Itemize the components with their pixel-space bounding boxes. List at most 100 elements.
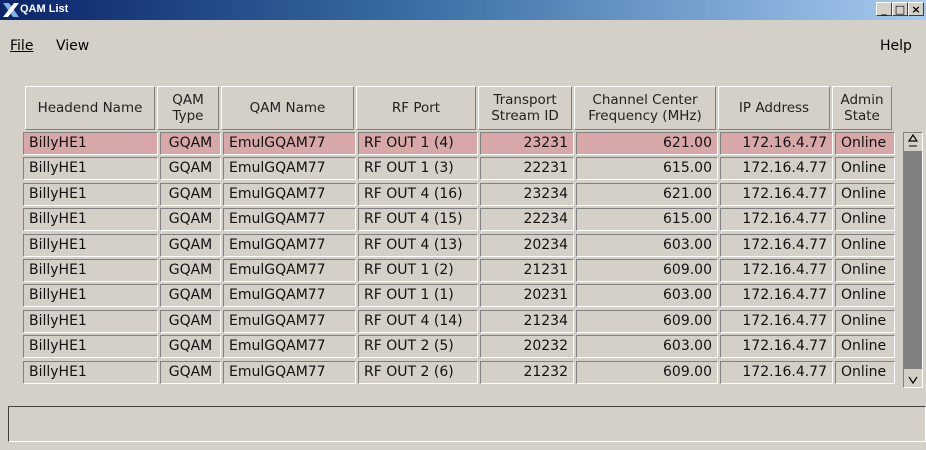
table-cell: 20231 (480, 284, 574, 308)
table-cell: 609.00 (576, 360, 718, 384)
table-cell: EmulGQAM77 (223, 157, 356, 181)
table-cell: 23231 (480, 132, 574, 155)
table-cell: BillyHE1 (23, 284, 158, 308)
column-header-label: QAM Type (172, 92, 204, 124)
vertical-scrollbar[interactable] (903, 132, 923, 388)
table-cell: 20234 (480, 233, 574, 257)
column-header[interactable]: RF Port (356, 86, 476, 130)
table-cell: EmulGQAM77 (223, 360, 356, 384)
status-bar (8, 406, 926, 442)
table-cell: 20232 (480, 335, 574, 359)
table-cell: 172.16.4.77 (720, 233, 833, 257)
table-cell: RF OUT 4 (13) (358, 233, 478, 257)
table-cell: BillyHE1 (23, 259, 158, 282)
column-header-label: Channel Center Frequency (MHz) (588, 92, 702, 124)
table-cell: EmulGQAM77 (223, 259, 356, 282)
x-app-icon (3, 3, 19, 17)
table-cell: BillyHE1 (23, 309, 158, 333)
table-cell: 609.00 (576, 259, 718, 282)
table-cell: 609.00 (576, 309, 718, 333)
arrow-up-icon (907, 133, 919, 147)
table-cell: EmulGQAM77 (223, 208, 356, 232)
table-cell: 172.16.4.77 (720, 182, 833, 206)
table-cell: Online (835, 157, 895, 181)
table-cell: 172.16.4.77 (720, 259, 833, 282)
table-cell: BillyHE1 (23, 233, 158, 257)
table-cell: EmulGQAM77 (223, 132, 356, 155)
menu-help-label: Help (880, 38, 912, 54)
table-cell: Online (835, 284, 895, 308)
column-header[interactable]: QAM Name (221, 86, 354, 130)
table-cell: RF OUT 1 (2) (358, 259, 478, 282)
menu-file[interactable]: File (10, 38, 33, 54)
table-cell: RF OUT 2 (5) (358, 335, 478, 359)
table-cell: GQAM (160, 284, 221, 308)
table-cell: RF OUT 1 (1) (358, 284, 478, 308)
arrow-down-icon (908, 376, 918, 385)
table-cell: EmulGQAM77 (223, 284, 356, 308)
table-cell: 21231 (480, 259, 574, 282)
table-cell: BillyHE1 (23, 360, 158, 384)
table-cell: GQAM (160, 132, 221, 155)
table-cell: EmulGQAM77 (223, 182, 356, 206)
table-cell: RF OUT 1 (4) (358, 132, 478, 155)
menu-view[interactable]: View (56, 38, 89, 54)
menu-file-label: File (10, 38, 34, 54)
title-bar[interactable]: QAM List _ □ × (0, 0, 926, 20)
table-cell: BillyHE1 (23, 335, 158, 359)
table-cell: GQAM (160, 309, 221, 333)
table-cell: 603.00 (576, 284, 718, 308)
table-cell: GQAM (160, 259, 221, 282)
table-cell: 172.16.4.77 (720, 335, 833, 359)
table-cell: 172.16.4.77 (720, 208, 833, 232)
window-title: QAM List (20, 3, 69, 15)
table-cell: EmulGQAM77 (223, 233, 356, 257)
table-cell: 21234 (480, 309, 574, 333)
menu-bar: File View Help (0, 30, 926, 58)
column-header[interactable]: QAM Type (157, 86, 219, 130)
table-cell: Online (835, 335, 895, 359)
table-cell: Online (835, 233, 895, 257)
scroll-up-button[interactable] (904, 133, 922, 151)
maximize-button[interactable]: □ (892, 2, 908, 16)
table-cell: 603.00 (576, 335, 718, 359)
close-button[interactable]: × (908, 2, 924, 16)
table-cell: 603.00 (576, 233, 718, 257)
table-cell: RF OUT 4 (14) (358, 309, 478, 333)
column-header-label: IP Address (738, 100, 810, 116)
scroll-down-button[interactable] (904, 369, 922, 387)
table-cell: BillyHE1 (23, 208, 158, 232)
table-cell: 21232 (480, 360, 574, 384)
column-header[interactable]: Transport Stream ID (478, 86, 572, 130)
table-cell: BillyHE1 (23, 157, 158, 181)
table-cell: 621.00 (576, 132, 718, 155)
menu-help[interactable]: Help (880, 38, 912, 54)
column-header-label: Admin State (840, 92, 884, 124)
column-header-label: QAM Name (249, 100, 326, 116)
table-cell: EmulGQAM77 (223, 335, 356, 359)
table-cell: RF OUT 4 (15) (358, 208, 478, 232)
table-cell: 172.16.4.77 (720, 132, 833, 155)
table-cell: GQAM (160, 360, 221, 384)
column-header[interactable]: Channel Center Frequency (MHz) (574, 86, 716, 130)
column-header[interactable]: IP Address (718, 86, 830, 130)
table-cell: GQAM (160, 233, 221, 257)
table-cell: Online (835, 360, 895, 384)
column-header-label: Transport Stream ID (491, 92, 559, 124)
column-header[interactable]: Admin State (832, 86, 892, 130)
table-cell: 23234 (480, 182, 574, 206)
table-cell: GQAM (160, 208, 221, 232)
table-cell: BillyHE1 (23, 132, 158, 155)
table-cell: Online (835, 132, 895, 155)
table-cell: Online (835, 182, 895, 206)
table-cell: GQAM (160, 182, 221, 206)
table-cell: RF OUT 2 (6) (358, 360, 478, 384)
table-cell: BillyHE1 (23, 182, 158, 206)
table-cell: 172.16.4.77 (720, 309, 833, 333)
minimize-button[interactable]: _ (876, 2, 892, 16)
column-header[interactable]: Headend Name (25, 86, 155, 130)
table-cell: RF OUT 1 (3) (358, 157, 478, 181)
table-cell: 172.16.4.77 (720, 157, 833, 181)
table-cell: EmulGQAM77 (223, 309, 356, 333)
table-cell: GQAM (160, 157, 221, 181)
